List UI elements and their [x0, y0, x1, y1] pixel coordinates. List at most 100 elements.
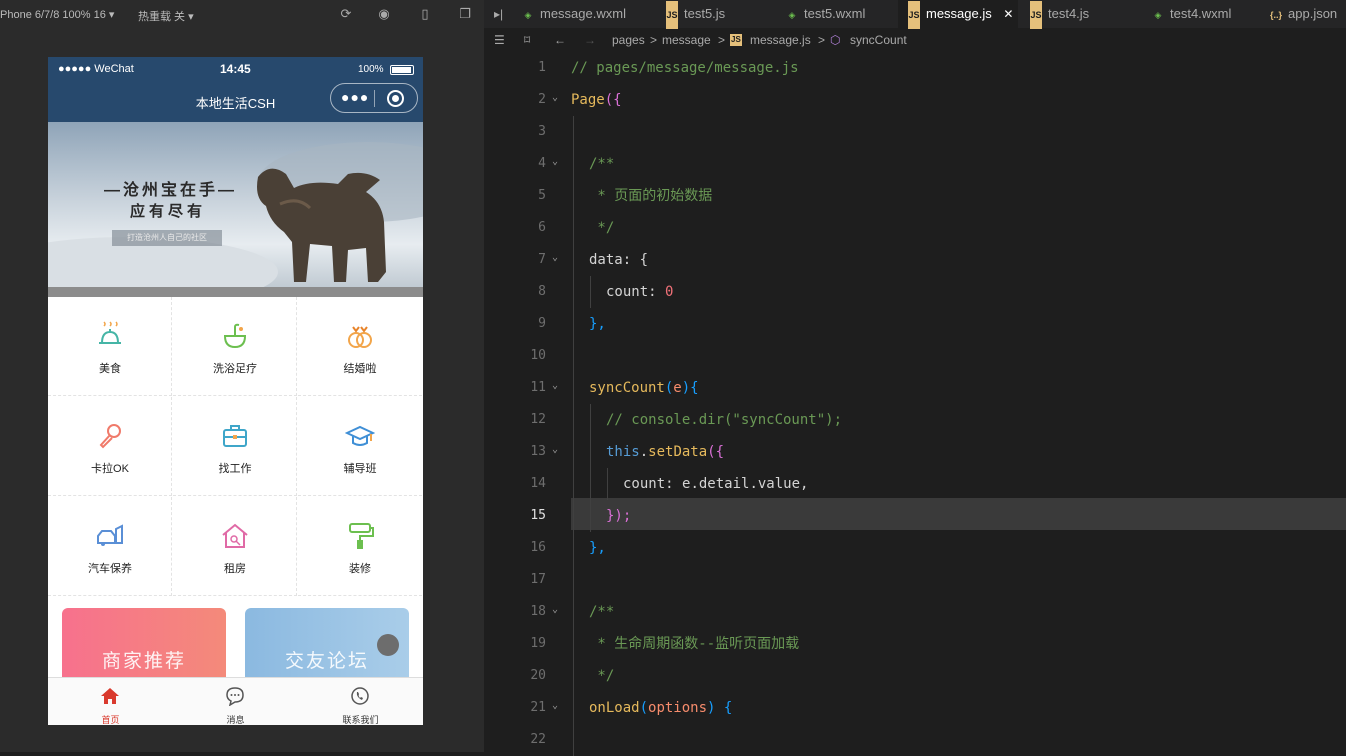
simulator-toolbar: Phone 6/7/8 100% 16 ▾ 热重载 关 ▾ ⟳ ◉ ▯ ❐: [0, 0, 484, 28]
breadcrumb-item[interactable]: message: [662, 28, 711, 52]
grid-item-label: 辅导班: [343, 463, 377, 475]
grid-item-decoration[interactable]: 装修: [298, 497, 422, 596]
banner-tagline: 打造沧州人自己的社区: [112, 230, 222, 246]
breadcrumb-item[interactable]: message.js: [750, 28, 811, 52]
code-line-15: });: [606, 508, 632, 524]
phone-preview-icon[interactable]: ▯: [418, 7, 432, 21]
signal-indicator: ●●●●● WeChat: [58, 63, 134, 75]
refresh-icon[interactable]: ⟳: [339, 7, 353, 21]
tab-label: test5.wxml: [804, 6, 866, 21]
wxml-file-icon: ◈: [524, 10, 532, 20]
grid-item-bath[interactable]: 洗浴足疗: [173, 297, 297, 396]
code-editor-pane: ▸| ◈ message.wxml JS test5.js ◈ test5.wxml …: [484, 0, 1346, 756]
outline-icon[interactable]: ☰: [494, 28, 505, 52]
window-icon[interactable]: ❐: [458, 7, 472, 21]
grid-item-label: 装修: [349, 563, 371, 575]
line-number: 2: [538, 92, 546, 107]
line-number: 12: [530, 412, 546, 427]
tab-label: test5.js: [684, 6, 726, 21]
bookmark-icon[interactable]: ⌑: [524, 28, 530, 52]
grid-item-car[interactable]: 汽车保养: [48, 497, 172, 596]
fold-chevron-icon[interactable]: ⌄: [552, 434, 564, 466]
tab-label: test4.js: [1048, 6, 1090, 21]
tab-message-js[interactable]: JS message.js ✕: [898, 0, 1018, 29]
line-number: 21: [530, 700, 546, 715]
food-cloche-icon: [99, 321, 121, 344]
stop-icon[interactable]: ◉: [377, 7, 391, 21]
indent-guide: [573, 116, 574, 756]
line-number: 14: [530, 476, 546, 491]
bath-icon: [223, 323, 247, 349]
battery-icon: [390, 65, 414, 75]
grid-item-label: 结婚啦: [343, 363, 377, 375]
code-line-5: * 页面的初始数据: [589, 188, 713, 204]
tab-label: message.wxml: [540, 6, 626, 21]
merchant-recommend-card[interactable]: 商家推荐: [62, 608, 226, 688]
breadcrumb-item[interactable]: pages: [612, 28, 645, 52]
code-line-21: onLoad(options) {: [589, 700, 733, 716]
code-line-16: },: [589, 540, 606, 556]
grid-item-food[interactable]: 美食: [48, 297, 172, 396]
grid-item-label: 租房: [224, 563, 246, 575]
tab-label: 联系我们: [342, 715, 379, 725]
wxml-file-icon: ◈: [788, 10, 796, 20]
fold-chevron-icon[interactable]: ⌄: [552, 242, 564, 274]
grid-item-label: 洗浴足疗: [213, 363, 257, 375]
breadcrumb-item[interactable]: syncCount: [850, 28, 907, 52]
code-area[interactable]: 1 2 3 4 5 6 7 8 9 10 11 12 13 14 15 16 17 18 19 20 21 22 ⌄ ⌄ …: [484, 52, 1346, 756]
more-icon[interactable]: ●●●: [341, 89, 369, 105]
indent-guide: [607, 468, 608, 500]
phone-screen: ●●●●● WeChat 14:45 100% 本地生活CSH ●●● —沧州宝: [48, 57, 423, 725]
split-editor-icon[interactable]: ▸|: [494, 0, 503, 28]
device-selector[interactable]: Phone 6/7/8 100% 16 ▾: [0, 8, 114, 21]
js-file-icon: JS: [1030, 1, 1042, 29]
tab-test4-js[interactable]: JS test4.js: [1030, 0, 1138, 29]
grid-item-karaoke[interactable]: 卡拉OK: [48, 397, 172, 496]
microphone-icon: [99, 424, 121, 449]
code-line-18: /**: [589, 604, 615, 620]
phone-icon: [351, 687, 369, 705]
code-line-8: count: 0: [606, 284, 674, 300]
banner-scenery: [48, 142, 423, 297]
js-file-icon: JS: [666, 1, 678, 29]
breadcrumb-separator: >: [650, 33, 658, 47]
floating-ball[interactable]: [377, 634, 399, 656]
fold-chevron-icon[interactable]: ⌄: [552, 370, 564, 402]
close-tab-icon[interactable]: ✕: [1003, 7, 1013, 21]
grid-item-rent[interactable]: 租房: [173, 497, 297, 596]
grid-item-jobs[interactable]: 找工作: [173, 397, 297, 496]
tab-test4-wxml[interactable]: ◈ test4.wxml: [1152, 0, 1262, 28]
forward-arrow-icon[interactable]: →: [584, 28, 596, 52]
line-number: 20: [530, 668, 546, 683]
paint-roller-icon: [349, 523, 374, 549]
tab-app-json[interactable]: {..} app.json: [1270, 0, 1346, 28]
tab-home[interactable]: 首页: [48, 678, 173, 725]
forum-card[interactable]: 交友论坛: [245, 608, 409, 688]
tab-bar: 首页 消息 联系我们: [48, 677, 423, 725]
line-number: 18: [530, 604, 546, 619]
tab-test5-wxml[interactable]: ◈ test5.wxml: [786, 0, 894, 28]
grid-item-tutoring[interactable]: 辅导班: [298, 397, 422, 496]
tab-label: message.js: [926, 6, 992, 21]
line-number: 19: [530, 636, 546, 651]
hot-reload-toggle[interactable]: 热重载 关 ▾: [138, 8, 194, 24]
fold-chevron-icon[interactable]: ⌄: [552, 690, 564, 722]
fold-chevron-icon[interactable]: ⌄: [552, 594, 564, 626]
back-arrow-icon[interactable]: ←: [554, 28, 566, 52]
indent-guide: [590, 404, 591, 532]
js-file-icon: JS: [730, 34, 742, 46]
tab-message-wxml[interactable]: ◈ message.wxml: [522, 0, 650, 28]
json-file-icon: {..}: [1270, 10, 1283, 20]
capsule-divider: [374, 90, 375, 107]
editor-tab-strip: ▸| ◈ message.wxml JS test5.js ◈ test5.wxml …: [484, 0, 1346, 29]
tab-test5-js[interactable]: JS test5.js: [666, 0, 776, 29]
fold-chevron-icon[interactable]: ⌄: [552, 82, 564, 114]
code-line-4: /**: [589, 156, 615, 172]
clock: 14:45: [220, 62, 251, 76]
close-mini-program-icon[interactable]: [387, 90, 404, 107]
tab-messages[interactable]: 消息: [173, 678, 298, 725]
swiper-banner[interactable]: —沧州宝在手— 应有尽有 打造沧州人自己的社区: [48, 122, 423, 297]
grid-item-wedding[interactable]: 结婚啦: [298, 297, 422, 396]
fold-chevron-icon[interactable]: ⌄: [552, 146, 564, 178]
tab-contact[interactable]: 联系我们: [298, 678, 423, 725]
